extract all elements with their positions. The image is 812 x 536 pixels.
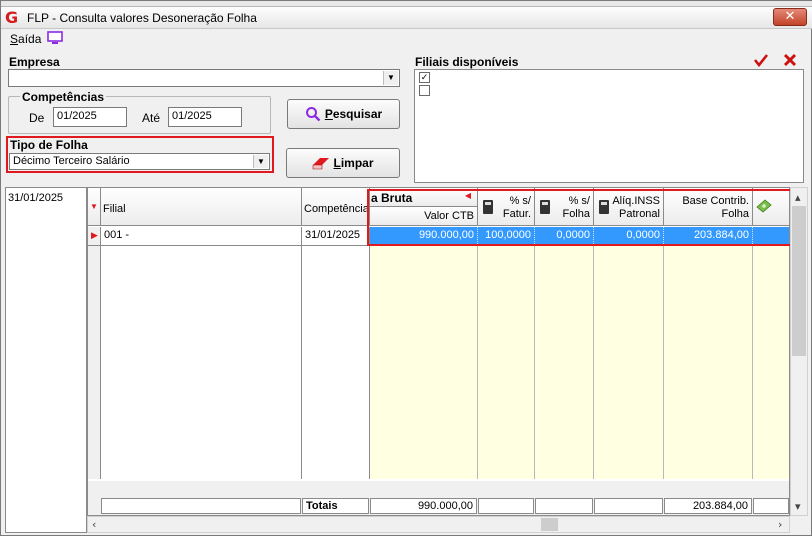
scroll-right-icon[interactable]: › <box>778 518 782 531</box>
cell-competencia[interactable]: 31/01/2025 <box>302 227 370 246</box>
chevron-down-icon[interactable]: ▼ <box>383 71 398 85</box>
pesquisar-label: Pesquisar <box>324 107 383 121</box>
de-label: De <box>29 111 45 125</box>
ate-label: Até <box>142 111 161 125</box>
close-button[interactable]: ✕ <box>773 8 807 26</box>
scroll-left-icon[interactable]: ‹ <box>92 518 96 531</box>
indicator-column <box>88 246 101 479</box>
monitor-icon[interactable] <box>47 31 63 45</box>
cell-filial[interactable]: 001 - <box>101 227 302 246</box>
filial-checkbox[interactable]: ✓ <box>419 72 430 83</box>
limpar-button[interactable]: Limpar <box>286 148 400 178</box>
total-extra <box>753 498 789 514</box>
filial-column <box>101 246 302 479</box>
competencias-label: Competências <box>20 90 107 104</box>
tipo-folha-label: Tipo de Folha <box>10 138 88 152</box>
aliq-column <box>594 246 664 479</box>
total-pct-fatur <box>478 498 534 514</box>
header-competencia[interactable]: Competência <box>302 188 370 226</box>
valor-ctb-column <box>370 246 478 479</box>
competencia-column <box>302 246 370 479</box>
total-base: 203.884,00 <box>664 498 752 514</box>
sort-down-icon: ▼ <box>90 202 98 211</box>
totals-label: Totais <box>302 498 369 514</box>
menu-bar: Saída <box>1 29 812 49</box>
empresa-select[interactable]: ▼ <box>8 69 400 87</box>
close-x-icon[interactable] <box>783 53 797 67</box>
pesquisar-button[interactable]: Pesquisar <box>287 99 400 129</box>
window-title: FLP - Consulta valores Desoneração Folha <box>27 11 257 25</box>
vertical-scrollbar[interactable]: ▴ ▾ <box>790 187 808 516</box>
indicator-header: ▼ <box>88 188 101 226</box>
extra-column <box>753 246 789 479</box>
pct-folha-column <box>535 246 594 479</box>
check-icon[interactable] <box>753 53 769 67</box>
total-filial <box>101 498 301 514</box>
eraser-icon <box>313 158 330 170</box>
window: G FLP - Consulta valores Desoneração Fol… <box>0 0 812 536</box>
total-pct-folha <box>535 498 593 514</box>
horizontal-scrollbar[interactable]: ‹ › <box>87 516 790 533</box>
row-pointer-icon: ▶ <box>91 230 98 240</box>
close-icon: ✕ <box>784 9 796 24</box>
date-list: 31/01/2025 <box>5 187 87 533</box>
date-list-item[interactable]: 31/01/2025 <box>8 192 63 204</box>
tipo-folha-select[interactable]: Décimo Terceiro Salário ▼ <box>9 153 270 170</box>
total-valor-ctb: 990.000,00 <box>370 498 477 514</box>
row-indicator: ▶ <box>88 227 101 246</box>
empresa-label: Empresa <box>9 55 60 69</box>
filial-checkbox[interactable] <box>419 85 430 96</box>
pct-fatur-column <box>478 246 535 479</box>
filiais-list: ✓ <box>414 69 804 183</box>
limpar-label: Limpar <box>333 156 374 170</box>
chevron-down-icon[interactable]: ▼ <box>253 155 268 168</box>
title-bar: G FLP - Consulta valores Desoneração Fol… <box>1 7 812 29</box>
ate-input[interactable]: 01/2025 <box>168 107 242 127</box>
total-aliq <box>594 498 663 514</box>
grid-header-highlight <box>367 189 793 246</box>
scroll-up-icon[interactable]: ▴ <box>795 191 801 204</box>
scroll-down-icon[interactable]: ▾ <box>795 500 801 513</box>
search-icon <box>305 107 321 122</box>
app-logo-icon: G <box>5 8 19 27</box>
menu-item-saida[interactable]: Saída <box>10 32 41 46</box>
base-column <box>664 246 753 479</box>
de-input[interactable]: 01/2025 <box>53 107 127 127</box>
horizontal-scroll-thumb[interactable] <box>541 518 558 531</box>
tipo-folha-value: Décimo Terceiro Salário <box>13 155 130 167</box>
vertical-scroll-thumb[interactable] <box>792 206 806 356</box>
header-filial[interactable]: Filial <box>101 188 302 226</box>
filiais-label: Filiais disponíveis <box>415 55 519 69</box>
